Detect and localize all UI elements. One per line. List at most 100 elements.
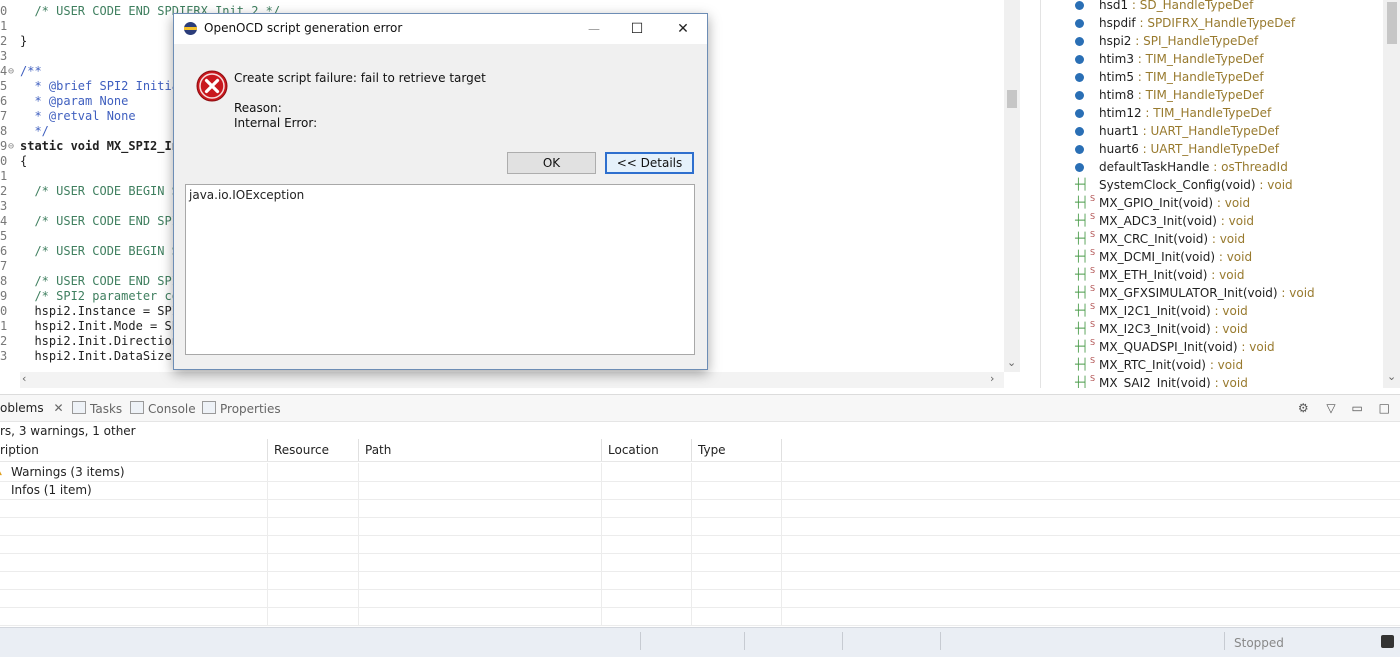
close-icon[interactable]: ✕ xyxy=(663,17,703,41)
outline-item[interactable]: htim8 : TIM_HandleTypeDef xyxy=(1041,86,1371,104)
tab-console[interactable]: Console xyxy=(130,401,196,416)
error-dialog: OpenOCD script generation error — ☐ ✕ Cr… xyxy=(173,13,708,370)
view-menu-chevron-down-icon[interactable]: ▽ xyxy=(1326,401,1335,415)
outline-item[interactable]: ┼┤ S MX_SAI2_Init(void) : void xyxy=(1041,374,1371,388)
table-cell xyxy=(267,535,359,553)
table-cell xyxy=(0,517,267,535)
details-textarea[interactable]: java.io.IOException xyxy=(185,184,695,355)
outline-item[interactable]: hspi2 : SPI_HandleTypeDef xyxy=(1041,32,1371,50)
error-icon xyxy=(196,70,228,102)
fold-toggle-icon[interactable]: ⊖ xyxy=(8,64,14,79)
table-cell xyxy=(267,499,359,517)
tab-tasks[interactable]: Tasks xyxy=(72,401,122,416)
maximize-icon[interactable]: ☐ xyxy=(617,17,657,41)
outline-item-name: hspdif xyxy=(1099,16,1136,30)
editor-horizontal-scrollbar[interactable]: ‹ › xyxy=(20,372,1004,388)
view-tabbar: oblems ✕ Tasks Console Properties ⚙ ▽ ▭ … xyxy=(0,395,1400,422)
tab-properties[interactable]: Properties xyxy=(202,401,281,416)
table-cell xyxy=(267,463,359,481)
tab-problems[interactable]: oblems ✕ xyxy=(0,401,64,415)
outline-item[interactable]: hsd1 : SD_HandleTypeDef xyxy=(1041,0,1371,14)
table-cell xyxy=(601,589,692,607)
outline-item-name: huart6 xyxy=(1099,142,1139,156)
function-icon: ┼┤ xyxy=(1075,322,1089,335)
outline-scroll-down-icon[interactable]: ⌄ xyxy=(1387,370,1396,383)
outline-item[interactable]: huart6 : UART_HandleTypeDef xyxy=(1041,140,1371,158)
filter-icon[interactable]: ⚙ xyxy=(1298,401,1309,415)
outline-item-type: SPI_HandleTypeDef xyxy=(1143,34,1259,48)
function-icon: ┼┤ xyxy=(1075,340,1089,353)
outline-item[interactable]: hspdif : SPDIFRX_HandleTypeDef xyxy=(1041,14,1371,32)
outline-item-name: htim12 xyxy=(1099,106,1142,120)
table-row xyxy=(0,607,1400,626)
outline-item-name: htim8 xyxy=(1099,88,1134,102)
details-button[interactable]: << Details xyxy=(605,152,694,174)
status-divider xyxy=(1224,632,1225,650)
minimize-icon[interactable]: — xyxy=(574,17,614,41)
static-marker-icon: S xyxy=(1090,266,1096,275)
line-number: 1 xyxy=(0,169,8,183)
outline-item-label: MX_SAI2_Init(void) : void xyxy=(1099,374,1248,388)
fold-toggle-icon[interactable]: ⊖ xyxy=(8,139,14,154)
line-number: 6 xyxy=(0,94,8,108)
editor-vertical-scrollbar[interactable]: ⌄ xyxy=(1004,0,1020,372)
minimize-view-icon[interactable]: ▭ xyxy=(1351,401,1362,415)
outline-item-name: MX_I2C1_Init(void) xyxy=(1099,304,1211,318)
problem-description: Infos (1 item) xyxy=(11,483,92,497)
table-cell xyxy=(358,517,602,535)
table-cell xyxy=(0,571,267,589)
outline-item[interactable]: huart1 : UART_HandleTypeDef xyxy=(1041,122,1371,140)
outline-item-type: void xyxy=(1222,376,1248,388)
function-icon: ┼┤ xyxy=(1075,286,1089,299)
static-marker-icon: S xyxy=(1090,212,1096,221)
progress-icon[interactable] xyxy=(1381,635,1394,648)
line-number: 8 xyxy=(0,274,8,288)
function-icon: ┼┤ xyxy=(1075,250,1089,263)
maximize-view-icon[interactable]: □ xyxy=(1379,401,1390,415)
col-location[interactable]: Location xyxy=(601,439,691,461)
table-cell xyxy=(601,499,692,517)
outline-item[interactable]: htim3 : TIM_HandleTypeDef xyxy=(1041,50,1371,68)
outline-scroll-thumb[interactable] xyxy=(1387,2,1397,44)
line-number: 0 xyxy=(0,4,8,18)
editor-scroll-thumb[interactable] xyxy=(1007,90,1017,108)
outline-item-label: MX_CRC_Init(void) : void xyxy=(1099,230,1245,248)
table-row[interactable]: ▲ Warnings (3 items) xyxy=(0,463,1400,482)
table-cell xyxy=(781,499,1400,517)
table-cell xyxy=(0,607,267,625)
code-text: /** xyxy=(20,64,42,78)
scroll-right-arrow-icon[interactable]: › xyxy=(990,372,994,385)
outline-item-type: void xyxy=(1289,286,1315,300)
table-cell xyxy=(358,499,602,517)
scroll-left-arrow-icon[interactable]: ‹ xyxy=(22,372,26,385)
line-number: 0 xyxy=(0,154,8,168)
function-icon: ┼┤ xyxy=(1075,178,1089,191)
table-cell xyxy=(601,517,692,535)
code-text: /* USER CODE END SPI xyxy=(20,214,179,228)
outline-type-separator: : xyxy=(1216,214,1229,228)
col-path[interactable]: Path xyxy=(358,439,601,461)
static-marker-icon: S xyxy=(1090,374,1096,383)
outline-item-name: MX_ETH_Init(void) xyxy=(1099,268,1208,282)
outline-item[interactable]: defaultTaskHandle : osThreadId xyxy=(1041,158,1371,176)
col-resource[interactable]: Resource xyxy=(267,439,358,461)
scroll-down-arrow-icon[interactable]: ⌄ xyxy=(1007,356,1016,369)
col-type[interactable]: Type xyxy=(691,439,781,461)
code-text: * @retval None xyxy=(20,109,136,123)
outline-item-label: htim5 : TIM_HandleTypeDef xyxy=(1099,68,1264,86)
tab-close-icon[interactable]: ✕ xyxy=(53,401,63,415)
table-cell xyxy=(358,481,602,499)
outline-type-separator: : xyxy=(1138,142,1151,156)
outline-item[interactable]: htim5 : TIM_HandleTypeDef xyxy=(1041,68,1371,86)
table-row[interactable]: Infos (1 item) xyxy=(0,481,1400,500)
outline-item-label: MX_ETH_Init(void) : void xyxy=(1099,266,1245,284)
sort-caret-icon: ⌃ xyxy=(114,429,122,439)
col-description[interactable]: ription xyxy=(0,439,267,461)
outline-vertical-scrollbar[interactable]: ⌄ xyxy=(1383,0,1400,388)
outline-type-separator: : xyxy=(1210,322,1223,336)
table-cell xyxy=(358,607,602,625)
dialog-titlebar[interactable]: OpenOCD script generation error — ☐ ✕ xyxy=(174,14,707,44)
outline-item[interactable]: htim12 : TIM_HandleTypeDef xyxy=(1041,104,1371,122)
ok-button[interactable]: OK xyxy=(507,152,596,174)
function-icon: ┼┤ xyxy=(1075,232,1089,245)
